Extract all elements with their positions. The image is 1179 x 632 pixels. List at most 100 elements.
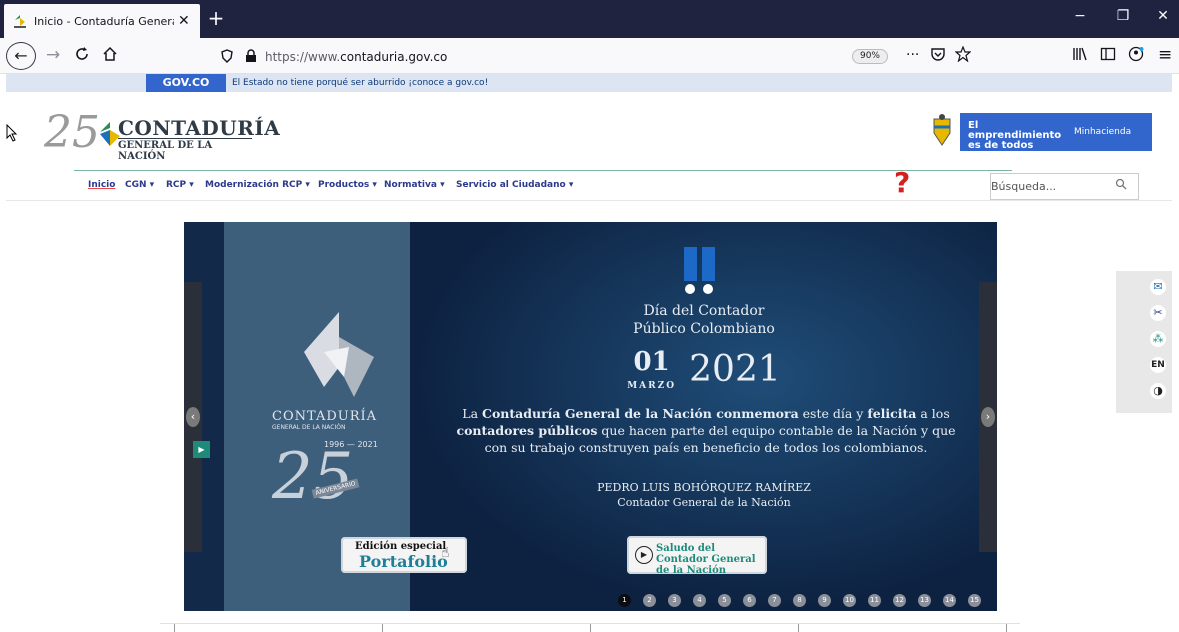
logo-subtitle: GENERAL DE LA NACIÓN [118, 138, 252, 162]
lock-icon [246, 49, 256, 62]
slider-dot[interactable]: 12 [893, 594, 906, 607]
govco-logo-text: GOV.CO [162, 76, 210, 89]
slider-dot[interactable]: 9 [818, 594, 831, 607]
zoom-badge[interactable]: 90% [852, 49, 888, 64]
slider-dot[interactable]: 14 [943, 594, 956, 607]
search-input[interactable]: Búsqueda... [990, 173, 1139, 200]
slider-dot[interactable]: 1 [618, 594, 631, 607]
language-en-button[interactable]: EN [1150, 357, 1166, 373]
home-button[interactable] [102, 46, 118, 66]
reload-button[interactable] [74, 46, 90, 66]
search-icon[interactable] [1115, 178, 1127, 190]
search-placeholder: Búsqueda... [991, 180, 1057, 193]
slide-signature: PEDRO LUIS BOHÓRQUEZ RAMÍREZ Contador Ge… [597, 481, 811, 509]
slider-dot[interactable]: 5 [718, 594, 731, 607]
chevron-left-icon: ‹ [186, 407, 200, 427]
hero-slider[interactable]: ‹ › ▶ CONTADURÍA GENERAL DE LA NACIÓN 1 9… [184, 222, 997, 611]
slider-prev-button[interactable]: ‹ [184, 282, 202, 552]
tab-close-icon[interactable]: ✕ [178, 13, 190, 29]
portafolio-label: Portafolio [359, 552, 448, 571]
new-tab-button[interactable]: + [206, 6, 226, 30]
govco-logo[interactable]: GOV.CO [146, 74, 226, 92]
slider-dot[interactable]: 6 [743, 594, 756, 607]
scissors-icon[interactable]: ✂ [1150, 305, 1166, 321]
mouse-cursor-icon [6, 123, 18, 146]
slide-date: 01 MARZO 2021 [484, 347, 924, 398]
slider-dot[interactable]: 4 [693, 594, 706, 607]
slider-dot[interactable]: 2 [643, 594, 656, 607]
home-icon [103, 46, 117, 61]
menu-item-modernizacion[interactable]: Modernización RCP ▾ [205, 180, 310, 190]
emprendimiento-text: El emprendimiento es de todos [968, 120, 1062, 151]
slider-dot[interactable]: 7 [768, 594, 781, 607]
back-arrow-icon: ← [14, 46, 28, 65]
library-icon[interactable] [1072, 46, 1088, 66]
pointer-cursor-icon: ☝ [441, 545, 450, 561]
slider-dot[interactable]: 11 [868, 594, 881, 607]
slide-date-year: 2021 [689, 349, 781, 390]
header-divider [6, 200, 1172, 201]
slider-dot[interactable]: 10 [843, 594, 856, 607]
portafolio-button[interactable]: Edición especial Portafolio ☝ [341, 537, 467, 573]
colombia-shield-icon [924, 113, 960, 151]
menu-item-productos[interactable]: Productos ▾ [318, 180, 377, 190]
page-actions-icon[interactable]: ··· [906, 46, 919, 64]
minhacienda-label: Minhacienda [1074, 127, 1132, 137]
bookmark-star-icon[interactable] [954, 45, 972, 66]
accessibility-toolbar: ✉ ✂ ⁂ EN ◑ [1116, 271, 1172, 413]
saludo-label: Saludo del Contador General de la Nación [656, 543, 756, 576]
slide-bars-graphic [684, 247, 724, 295]
shield-icon [221, 49, 233, 63]
forward-button[interactable]: → [46, 46, 60, 64]
saludo-button[interactable]: ▶ Saludo del Contador General de la Naci… [627, 536, 767, 576]
tab-title: Inicio - Contaduría General de l [34, 14, 174, 28]
sidebar-icon[interactable] [1100, 46, 1116, 66]
slide-title: Día del Contador Público Colombiano [633, 303, 775, 337]
slider-dot[interactable]: 15 [968, 594, 981, 607]
chevron-right-icon: › [981, 407, 995, 427]
slide-body-text: La Contaduría General de la Nación conme… [456, 406, 956, 455]
portafolio-top-label: Edición especial [355, 541, 447, 552]
menu-item-rcp[interactable]: RCP ▾ [166, 180, 194, 190]
slide-logo-25: 25 [272, 440, 354, 514]
account-icon[interactable] [1128, 46, 1144, 66]
browser-tab-bar: Inicio - Contaduría General de l ✕ + − ❐… [0, 0, 1179, 38]
minimize-button[interactable]: − [1057, 8, 1103, 24]
reload-icon [76, 47, 88, 60]
favicon-icon [12, 13, 28, 29]
slider-dot[interactable]: 3 [668, 594, 681, 607]
site-logo[interactable]: 25 CONTADURÍA GENERAL DE LA NACIÓN [44, 107, 284, 163]
logo-name: CONTADURÍA [118, 116, 281, 140]
slide-logo-name: CONTADURÍA [272, 409, 378, 424]
browser-nav-bar: ← → https://www.contaduria.gov.co 90% ··… [0, 38, 1179, 74]
menu-item-inicio[interactable]: Inicio [88, 180, 115, 190]
govco-bar: GOV.CO El Estado no tiene porqué ser abu… [6, 74, 1172, 92]
back-button[interactable]: ← [6, 42, 36, 70]
pocket-icon[interactable] [930, 46, 946, 66]
slide-date-day: 01 MARZO [627, 347, 677, 391]
slider-play-button[interactable]: ▶ [193, 441, 210, 458]
main-menu: Inicio CGN ▾ RCP ▾ Modernización RCP ▾ P… [74, 170, 1012, 198]
url-text: https://www.contaduria.gov.co [265, 49, 448, 64]
menu-item-cgn[interactable]: CGN ▾ [125, 180, 154, 190]
menu-hamburger-icon[interactable]: ≡ [1158, 46, 1172, 64]
browser-tab[interactable]: Inicio - Contaduría General de l ✕ [4, 4, 200, 38]
govco-text[interactable]: El Estado no tiene porqué ser aburrido ¡… [232, 74, 488, 92]
logo-25-mark: 25 [44, 107, 100, 158]
menu-item-servicio[interactable]: Servicio al Ciudadano ▾ [456, 180, 573, 190]
window-close-button[interactable]: ✕ [1140, 8, 1179, 24]
logo-emblem-icon [100, 122, 120, 146]
email-icon[interactable]: ✉ [1150, 279, 1166, 295]
slide-logo-sub: GENERAL DE LA NACIÓN [272, 424, 346, 431]
slider-dot[interactable]: 8 [793, 594, 806, 607]
contrast-icon[interactable]: ◑ [1150, 383, 1166, 399]
help-icon[interactable]: ? [894, 168, 910, 198]
cgn-emblem-icon [304, 312, 374, 397]
menu-item-normativa[interactable]: Normativa ▾ [384, 180, 445, 190]
play-circle-icon: ▶ [635, 546, 653, 564]
minhacienda-banner[interactable]: El emprendimiento es de todos Minhaciend… [924, 113, 1152, 151]
slider-next-button[interactable]: › [979, 282, 997, 552]
footer-tabs-strip [160, 623, 1020, 632]
slider-dot[interactable]: 13 [918, 594, 931, 607]
sitemap-icon[interactable]: ⁂ [1150, 331, 1166, 347]
